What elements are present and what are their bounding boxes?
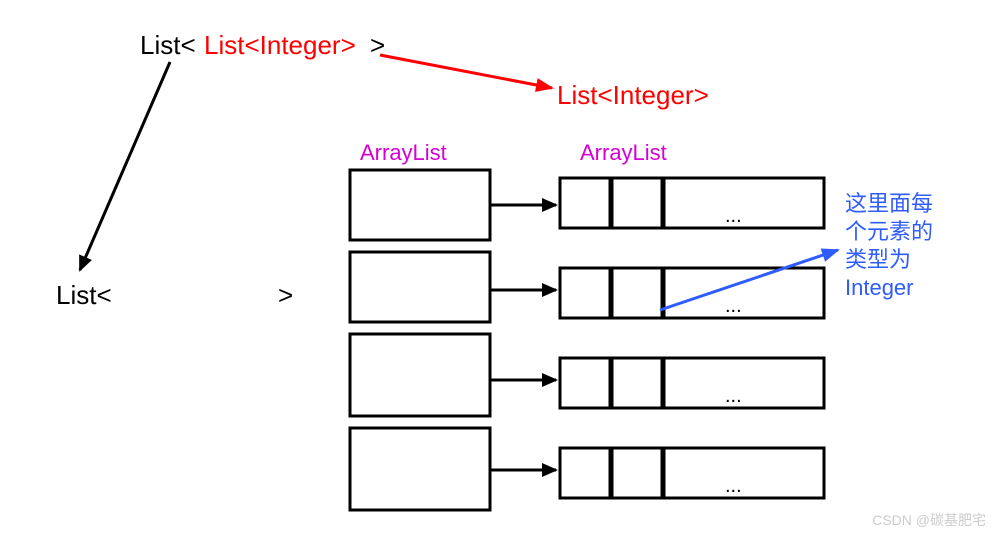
inner-arraylist-label: ArrayList xyxy=(580,140,667,166)
inner-type-label: List<Integer> xyxy=(557,80,709,111)
ellipsis-4: ... xyxy=(725,475,742,498)
outer-list-close: > xyxy=(278,280,293,311)
cell-to-row-arrows xyxy=(490,205,556,470)
inner-arraylist-rows xyxy=(560,178,824,498)
inner-row-4 xyxy=(560,448,824,498)
note-l4: Integer xyxy=(845,274,933,302)
inner-row-3 xyxy=(560,358,824,408)
ellipsis-3: ... xyxy=(725,385,742,408)
inner-row-1 xyxy=(560,178,824,228)
arrow-title-to-type xyxy=(380,55,552,88)
note-l1: 这里面每 xyxy=(845,190,933,218)
note-text: 这里面每 个元素的 类型为 Integer xyxy=(845,190,933,302)
title-prefix: List< xyxy=(140,30,196,61)
ellipsis-1: ... xyxy=(725,205,742,228)
arrow-title-to-list xyxy=(80,62,170,270)
title-inner: List<Integer> xyxy=(204,30,356,61)
inner-row-2 xyxy=(560,268,824,318)
title-suffix: > xyxy=(370,30,385,61)
outer-arraylist-column xyxy=(350,170,490,510)
outer-arraylist-label: ArrayList xyxy=(360,140,447,166)
ellipsis-2: ... xyxy=(725,295,742,318)
note-l3: 类型为 xyxy=(845,246,933,274)
arrow-note-to-cell xyxy=(660,250,838,310)
note-l2: 个元素的 xyxy=(845,218,933,246)
watermark: CSDN @碳基肥宅 xyxy=(872,510,986,530)
outer-list-open: List< xyxy=(56,280,112,311)
